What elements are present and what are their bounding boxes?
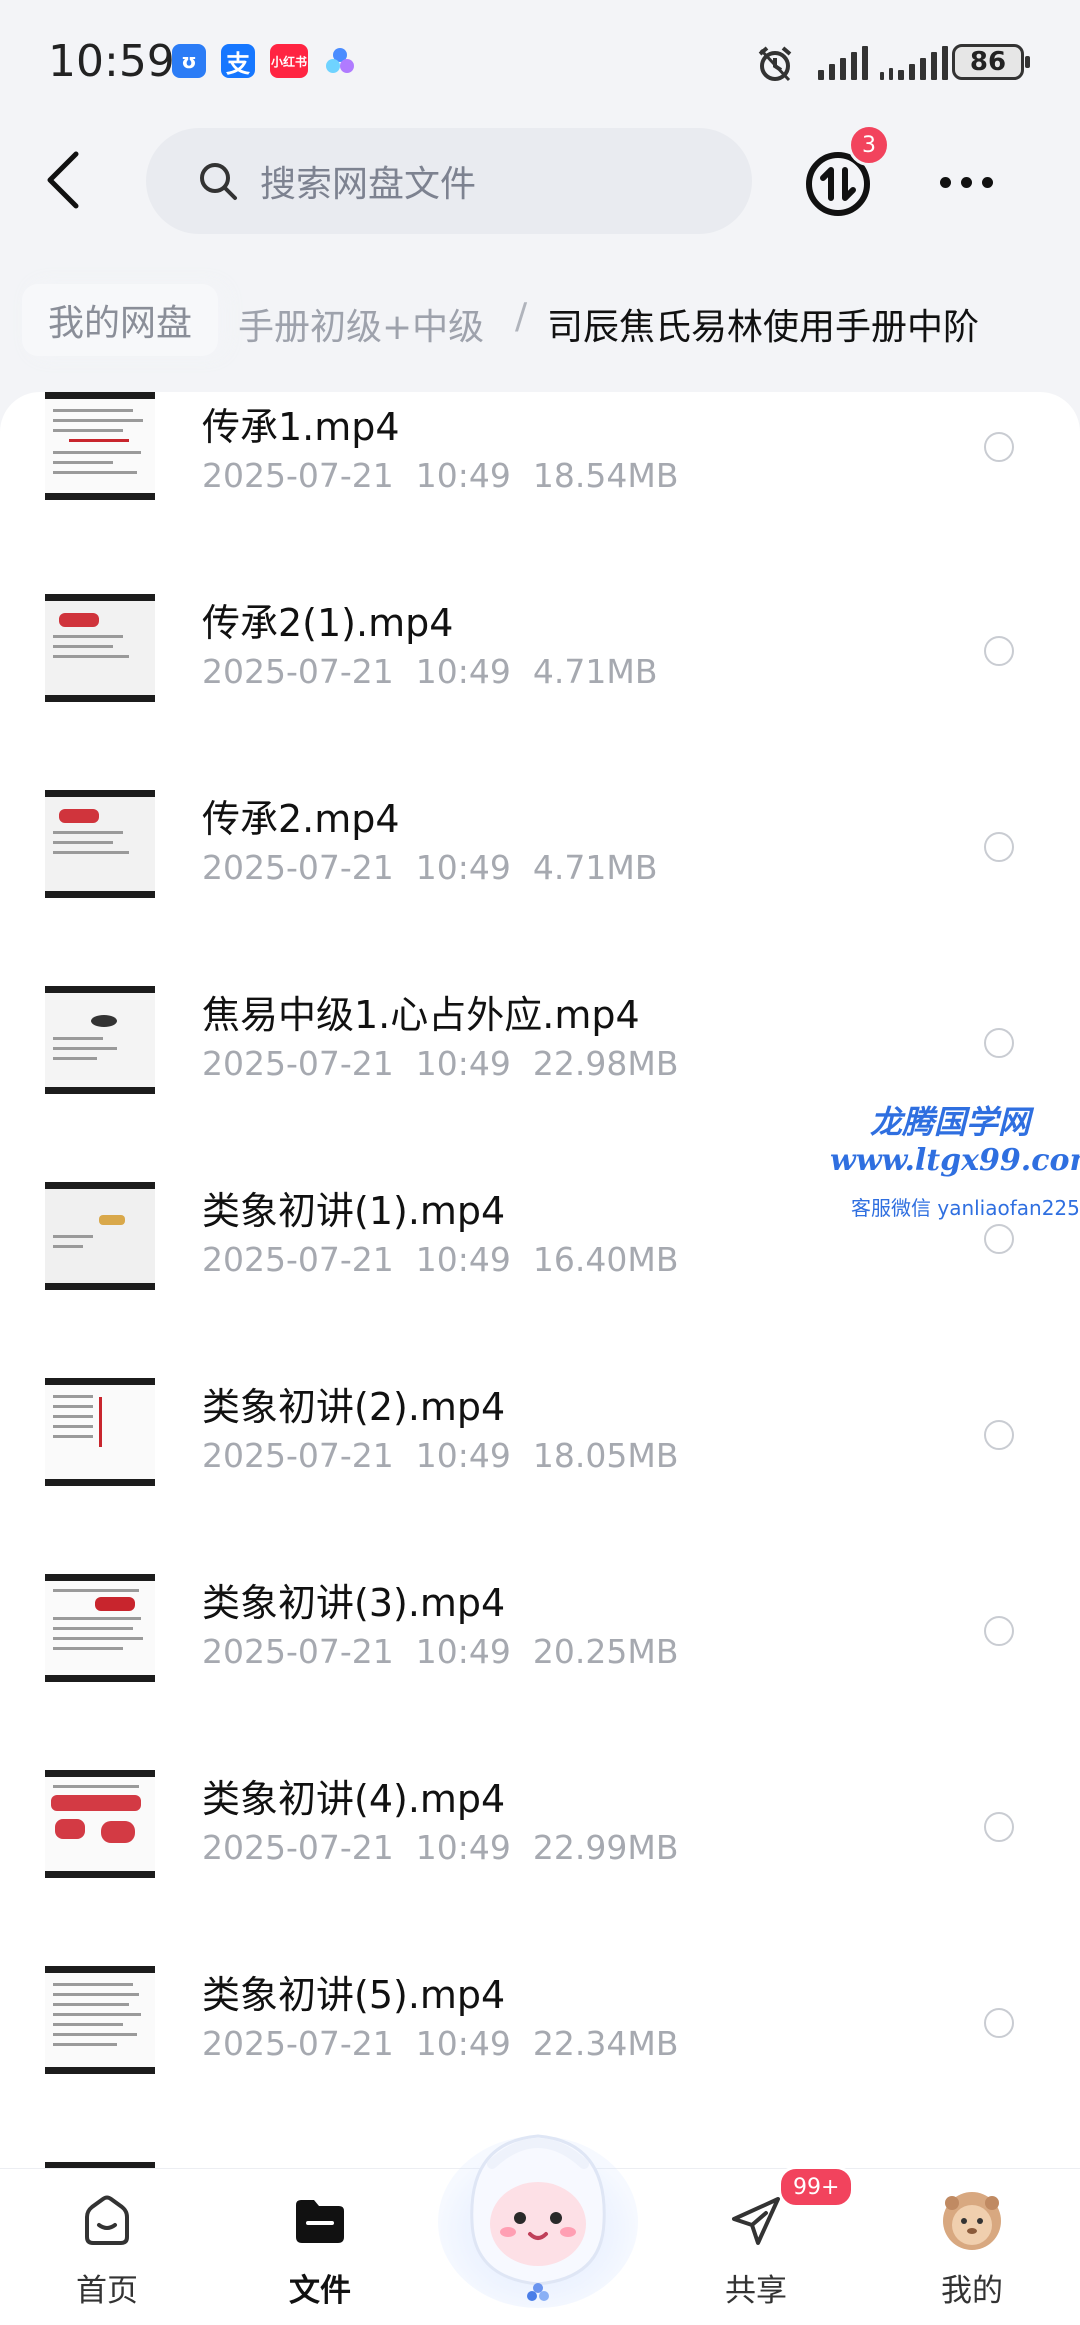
select-checkbox[interactable] — [984, 1028, 1014, 1058]
file-name: 传承2.mp4 — [202, 797, 400, 841]
select-checkbox[interactable] — [984, 2008, 1014, 2038]
watermark-contact: 客服微信 yanliaofan225 — [851, 1196, 1080, 1220]
breadcrumb: 手册初级+中级 我的网盘 / 司辰焦氏易林使用手册中阶 — [0, 284, 1080, 364]
file-name: 类象初讲(5).mp4 — [202, 1973, 506, 2017]
battery-icon: 86 — [952, 44, 1030, 80]
ai-assistant-mascot-button[interactable] — [432, 2102, 644, 2314]
file-name: 类象初讲(2).mp4 — [202, 1385, 506, 1429]
breadcrumb-item-current: 司辰焦氏易林使用手册中阶 — [547, 307, 980, 348]
back-button[interactable] — [36, 148, 92, 212]
more-options-button[interactable] — [940, 160, 1010, 204]
signal-icon — [880, 46, 948, 80]
xiaohongshu-icon: 小红书 — [270, 44, 308, 78]
file-name: 传承1.mp4 — [202, 405, 400, 449]
breadcrumb-item-root[interactable]: 我的网盘 — [22, 284, 219, 356]
file-meta: 2025-07-21 10:49 22.99MB — [202, 1828, 679, 1867]
breadcrumb-separator: / — [515, 296, 528, 337]
tab-label: 共享 — [725, 2273, 787, 2309]
search-icon — [200, 163, 237, 200]
file-meta: 2025-07-21 10:49 20.25MB — [202, 1632, 679, 1671]
video-thumbnail — [45, 1770, 155, 1878]
file-list: 传承1.mp4 2025-07-21 10:49 18.54MB 传承2(1).mp… — [0, 392, 1080, 2172]
file-meta: 2025-07-21 10:49 4.71MB — [202, 848, 658, 887]
file-meta: 2025-07-21 10:49 4.71MB — [202, 652, 658, 691]
paper-plane-icon — [732, 2197, 780, 2245]
tab-label: 文件 — [289, 2273, 351, 2309]
file-name: 类象初讲(1).mp4 — [202, 1189, 506, 1233]
video-thumbnail — [45, 392, 155, 500]
dot-icon — [961, 176, 972, 188]
alarm-icon — [758, 46, 792, 82]
dot-icon — [982, 176, 993, 188]
select-checkbox[interactable] — [984, 1420, 1014, 1450]
file-row[interactable]: 类象初讲(4).mp4 2025-07-21 10:49 22.99MB — [0, 1756, 1080, 1952]
tab-home[interactable]: 首页 — [32, 2169, 182, 2325]
tab-label: 首页 — [76, 2273, 138, 2309]
file-row[interactable]: 类象初讲(2).mp4 2025-07-21 10:49 18.05MB — [0, 1364, 1080, 1560]
breadcrumb-item-parent[interactable]: 手册初级+中级 — [238, 298, 484, 350]
tab-files[interactable]: 文件 — [245, 2169, 395, 2325]
video-thumbnail — [45, 594, 155, 702]
video-thumbnail — [45, 986, 155, 1094]
file-meta: 2025-07-21 10:49 22.34MB — [202, 2024, 679, 2063]
file-name: 传承2(1).mp4 — [202, 601, 454, 645]
file-row[interactable]: 传承1.mp4 2025-07-21 10:49 18.54MB — [0, 392, 1080, 580]
watermark-title: 龙腾国学网 — [870, 1103, 1031, 1141]
signal-icon — [818, 46, 868, 80]
file-meta: 2025-07-21 10:49 22.98MB — [202, 1044, 679, 1083]
home-icon — [85, 2195, 129, 2245]
cloud-app-icon — [326, 48, 354, 73]
status-time: 10:59 — [48, 36, 175, 87]
search-placeholder: 搜索网盘文件 — [260, 164, 477, 205]
file-meta: 2025-07-21 10:49 18.05MB — [202, 1436, 679, 1475]
file-name: 焦易中级1.心占外应.mp4 — [202, 993, 640, 1037]
select-checkbox[interactable] — [984, 832, 1014, 862]
watermark-url: www.ltgx99.com — [830, 1143, 1080, 1178]
tab-me[interactable]: 我的 — [897, 2169, 1047, 2325]
select-checkbox[interactable] — [984, 1616, 1014, 1646]
file-name: 类象初讲(3).mp4 — [202, 1581, 506, 1625]
video-thumbnail — [45, 1574, 155, 1682]
file-row[interactable]: 传承2(1).mp4 2025-07-21 10:49 4.71MB — [0, 580, 1080, 776]
folder-icon — [296, 2200, 344, 2243]
tab-label: 我的 — [941, 2273, 1003, 2309]
avatar — [943, 2192, 1001, 2250]
status-bar: 10:59 ʊ 支 小红书 86 — [0, 0, 1080, 120]
select-checkbox[interactable] — [984, 636, 1014, 666]
file-row[interactable]: 传承2.mp4 2025-07-21 10:49 4.71MB — [0, 776, 1080, 972]
dot-icon — [940, 176, 951, 188]
select-checkbox[interactable] — [984, 1224, 1014, 1254]
search-input[interactable]: 搜索网盘文件 — [146, 128, 752, 234]
file-meta: 2025-07-21 10:49 16.40MB — [202, 1240, 679, 1279]
video-thumbnail — [45, 1966, 155, 2074]
blue-shield-app-icon: ʊ — [172, 44, 206, 78]
share-badge: 99+ — [778, 2166, 855, 2208]
video-thumbnail — [45, 1378, 155, 1486]
video-thumbnail — [45, 790, 155, 898]
file-name: 类象初讲(4).mp4 — [202, 1777, 506, 1821]
select-checkbox[interactable] — [984, 432, 1014, 462]
select-checkbox[interactable] — [984, 1812, 1014, 1842]
file-row[interactable]: 类象初讲(3).mp4 2025-07-21 10:49 20.25MB — [0, 1560, 1080, 1756]
video-thumbnail — [45, 1182, 155, 1290]
alipay-icon: 支 — [221, 44, 255, 78]
transfer-badge: 3 — [848, 124, 890, 166]
file-meta: 2025-07-21 10:49 18.54MB — [202, 456, 679, 495]
